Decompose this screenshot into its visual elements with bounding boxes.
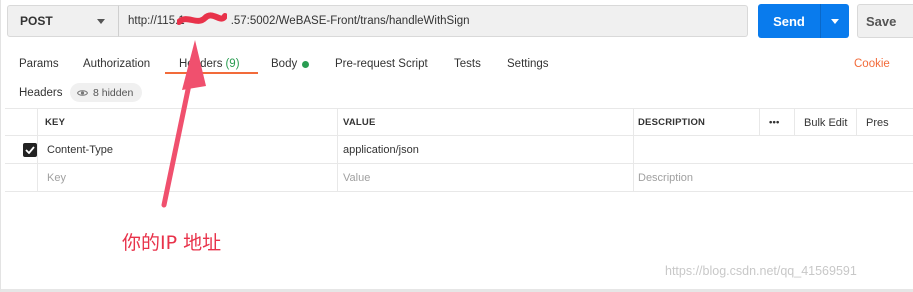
tab-body[interactable]: Body xyxy=(271,52,310,76)
cookies-label: Cookie xyxy=(854,58,890,70)
column-divider xyxy=(759,109,760,136)
chevron-down-icon xyxy=(97,19,105,24)
column-header-value: VALUE xyxy=(343,117,376,128)
postman-request-window: POST http://115.1 .57:5002/WeBASE-Front/… xyxy=(0,0,913,292)
method-select[interactable]: POST xyxy=(7,5,119,37)
header-key-cell[interactable]: Content-Type xyxy=(47,136,113,163)
tab-authorization[interactable]: Authorization xyxy=(83,52,150,76)
body-status-dot-icon xyxy=(302,60,310,68)
save-button[interactable]: Save xyxy=(857,4,913,38)
column-divider xyxy=(337,109,338,136)
chevron-down-icon xyxy=(831,18,839,24)
new-value-input[interactable]: Value xyxy=(343,164,370,191)
active-tab-indicator xyxy=(165,72,258,74)
method-label: POST xyxy=(20,14,53,28)
request-tabs: Params Authorization Headers (9) Body Pr… xyxy=(1,52,913,78)
column-divider xyxy=(37,136,38,163)
tab-settings[interactable]: Settings xyxy=(507,52,549,76)
tab-params[interactable]: Params xyxy=(19,52,59,76)
new-description-input[interactable]: Description xyxy=(638,164,693,191)
column-divider xyxy=(633,136,634,163)
table-header-row: KEY VALUE DESCRIPTION ••• Bulk Edit Pres xyxy=(5,108,913,136)
bulk-edit-link[interactable]: Bulk Edit xyxy=(804,109,847,136)
table-row: Content-Type application/json xyxy=(5,136,913,164)
tab-label: Params xyxy=(19,58,59,70)
send-label: Send xyxy=(773,13,805,29)
presets-link[interactable]: Pres xyxy=(866,109,889,136)
annotation-label: 你的IP 地址 xyxy=(122,232,222,254)
column-header-key: KEY xyxy=(45,117,66,128)
tab-tests[interactable]: Tests xyxy=(454,52,481,76)
tab-pre-request-script[interactable]: Pre-request Script xyxy=(335,52,428,76)
column-divider xyxy=(37,109,38,136)
row-enabled-checkbox[interactable] xyxy=(23,143,37,157)
more-options-icon[interactable]: ••• xyxy=(769,109,780,136)
column-divider xyxy=(856,109,857,136)
cookies-link[interactable]: Cookie xyxy=(854,52,890,76)
save-label: Save xyxy=(866,13,897,29)
tab-label: Body xyxy=(271,58,298,70)
watermark: https://blog.csdn.net/qq_41569591 xyxy=(665,264,857,278)
headers-table: KEY VALUE DESCRIPTION ••• Bulk Edit Pres… xyxy=(5,108,913,192)
tab-label: Settings xyxy=(507,58,549,70)
hidden-count-label: 8 hidden xyxy=(93,86,134,99)
column-header-description: DESCRIPTION xyxy=(638,117,706,128)
redaction-scribble xyxy=(177,12,227,25)
column-divider xyxy=(337,164,338,191)
table-row-new: Key Value Description xyxy=(5,164,913,192)
new-key-input[interactable]: Key xyxy=(47,164,66,191)
tab-label: Pre-request Script xyxy=(335,58,428,70)
column-divider xyxy=(633,164,634,191)
checkmark-icon xyxy=(25,146,35,154)
column-divider xyxy=(337,136,338,163)
eye-icon xyxy=(77,89,88,96)
send-button[interactable]: Send xyxy=(758,4,849,38)
send-options-button[interactable] xyxy=(821,18,849,24)
column-divider xyxy=(633,109,634,136)
column-divider xyxy=(37,164,38,191)
tab-label: Authorization xyxy=(83,58,151,70)
headers-count: (9) xyxy=(225,58,240,70)
tab-label: Headers xyxy=(179,58,223,70)
hidden-headers-toggle[interactable]: 8 hidden xyxy=(70,83,143,102)
column-divider xyxy=(794,109,795,136)
headers-title: Headers xyxy=(19,87,63,99)
tab-label: Tests xyxy=(454,58,481,70)
header-value-cell[interactable]: application/json xyxy=(343,136,419,163)
